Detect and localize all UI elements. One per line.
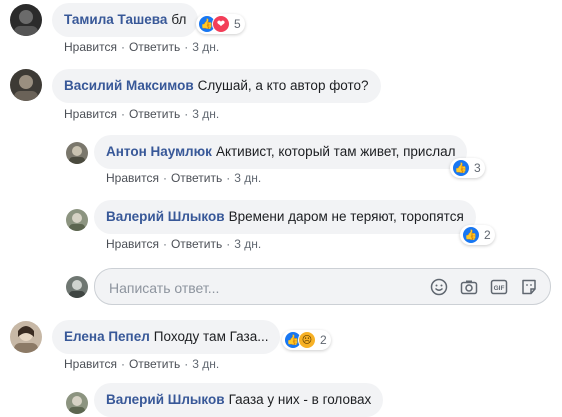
reply-input[interactable] — [107, 269, 411, 306]
reaction-summary[interactable]: 👍 3 — [450, 158, 485, 178]
reply-author[interactable]: Антон Наумлюк — [106, 143, 212, 161]
avatar[interactable] — [66, 142, 88, 164]
reply-bubble: Валерий Шлыков Времени даром не теряют, … — [94, 200, 476, 234]
comment-text: Походу там Газа... — [153, 329, 269, 344]
reply-actions: Нравится · Ответить · 3 дн. — [106, 171, 262, 185]
reply-composer: GIF — [94, 268, 551, 306]
comment-bubble: Елена Пепел Походу там Газа... — [52, 320, 281, 354]
reaction-summary[interactable]: 👍 ❤ 5 — [196, 14, 245, 34]
comment-time[interactable]: 3 дн. — [192, 357, 219, 371]
comment-text: Слушай, а кто автор фото? — [197, 78, 369, 93]
comment-author[interactable]: Тамила Ташева — [64, 11, 167, 29]
reply-link[interactable]: Ответить — [129, 357, 180, 371]
sad-reaction-icon: ☹ — [298, 331, 316, 349]
love-reaction-icon: ❤ — [212, 15, 230, 33]
comment-time[interactable]: 3 дн. — [192, 107, 219, 121]
reply-text: Времени даром не теряют, торопятся — [228, 209, 464, 224]
camera-icon[interactable] — [459, 277, 479, 297]
like-link[interactable]: Нравится — [106, 171, 159, 185]
like-link[interactable]: Нравится — [64, 357, 117, 371]
like-reaction-icon: 👍 — [452, 159, 470, 177]
comment-bubble: Тамила Ташева бл — [52, 3, 199, 37]
like-reaction-icon: 👍 — [462, 226, 480, 244]
sticker-icon[interactable] — [519, 277, 539, 297]
reply-actions: Нравится · Ответить · 3 дн. — [106, 237, 262, 251]
reply-author[interactable]: Валерий Шлыков — [106, 208, 225, 226]
reply-bubble: Валерий Шлыков Гааза у них - в головах — [94, 383, 384, 417]
avatar[interactable] — [66, 209, 88, 231]
avatar[interactable] — [10, 321, 42, 353]
comment-actions: Нравится · Ответить · 3 дн. — [64, 40, 220, 54]
reaction-count: 2 — [320, 333, 327, 347]
reply-link[interactable]: Ответить — [171, 237, 222, 251]
avatar[interactable] — [10, 4, 42, 36]
reaction-count: 5 — [234, 17, 241, 31]
comment-actions: Нравится · Ответить · 3 дн. — [64, 107, 220, 121]
reply-link[interactable]: Ответить — [129, 40, 180, 54]
reply-time[interactable]: 3 дн. — [234, 171, 261, 185]
current-user-avatar — [66, 276, 88, 298]
reaction-count: 2 — [484, 228, 491, 242]
comment-actions: Нравится · Ответить · 3 дн. — [64, 357, 220, 371]
reply-link[interactable]: Ответить — [171, 171, 222, 185]
reply-time[interactable]: 3 дн. — [234, 237, 261, 251]
gif-icon[interactable]: GIF — [489, 277, 509, 297]
comment-author[interactable]: Василий Максимов — [64, 77, 194, 95]
comment-time[interactable]: 3 дн. — [192, 40, 219, 54]
comment-bubble: Василий Максимов Слушай, а кто автор фот… — [52, 69, 381, 103]
emoji-icon[interactable] — [429, 277, 449, 297]
avatar[interactable] — [66, 392, 88, 414]
like-link[interactable]: Нравится — [64, 107, 117, 121]
reply-author[interactable]: Валерий Шлыков — [106, 391, 225, 409]
like-link[interactable]: Нравится — [106, 237, 159, 251]
reaction-summary[interactable]: 👍 ☹ 2 — [282, 330, 331, 350]
reply-text: Активист, который там живет, прислал — [215, 144, 456, 159]
reply-link[interactable]: Ответить — [129, 107, 180, 121]
reply-text: Гааза у них - в головах — [228, 392, 372, 407]
comment-author[interactable]: Елена Пепел — [64, 328, 150, 346]
avatar[interactable] — [10, 69, 42, 101]
reaction-summary[interactable]: 👍 2 — [460, 225, 495, 245]
reaction-count: 3 — [474, 161, 481, 175]
comment-text: бл — [171, 12, 187, 27]
like-link[interactable]: Нравится — [64, 40, 117, 54]
reply-bubble: Антон Наумлюк Активист, который там живе… — [94, 135, 468, 169]
svg-text:GIF: GIF — [494, 285, 505, 292]
